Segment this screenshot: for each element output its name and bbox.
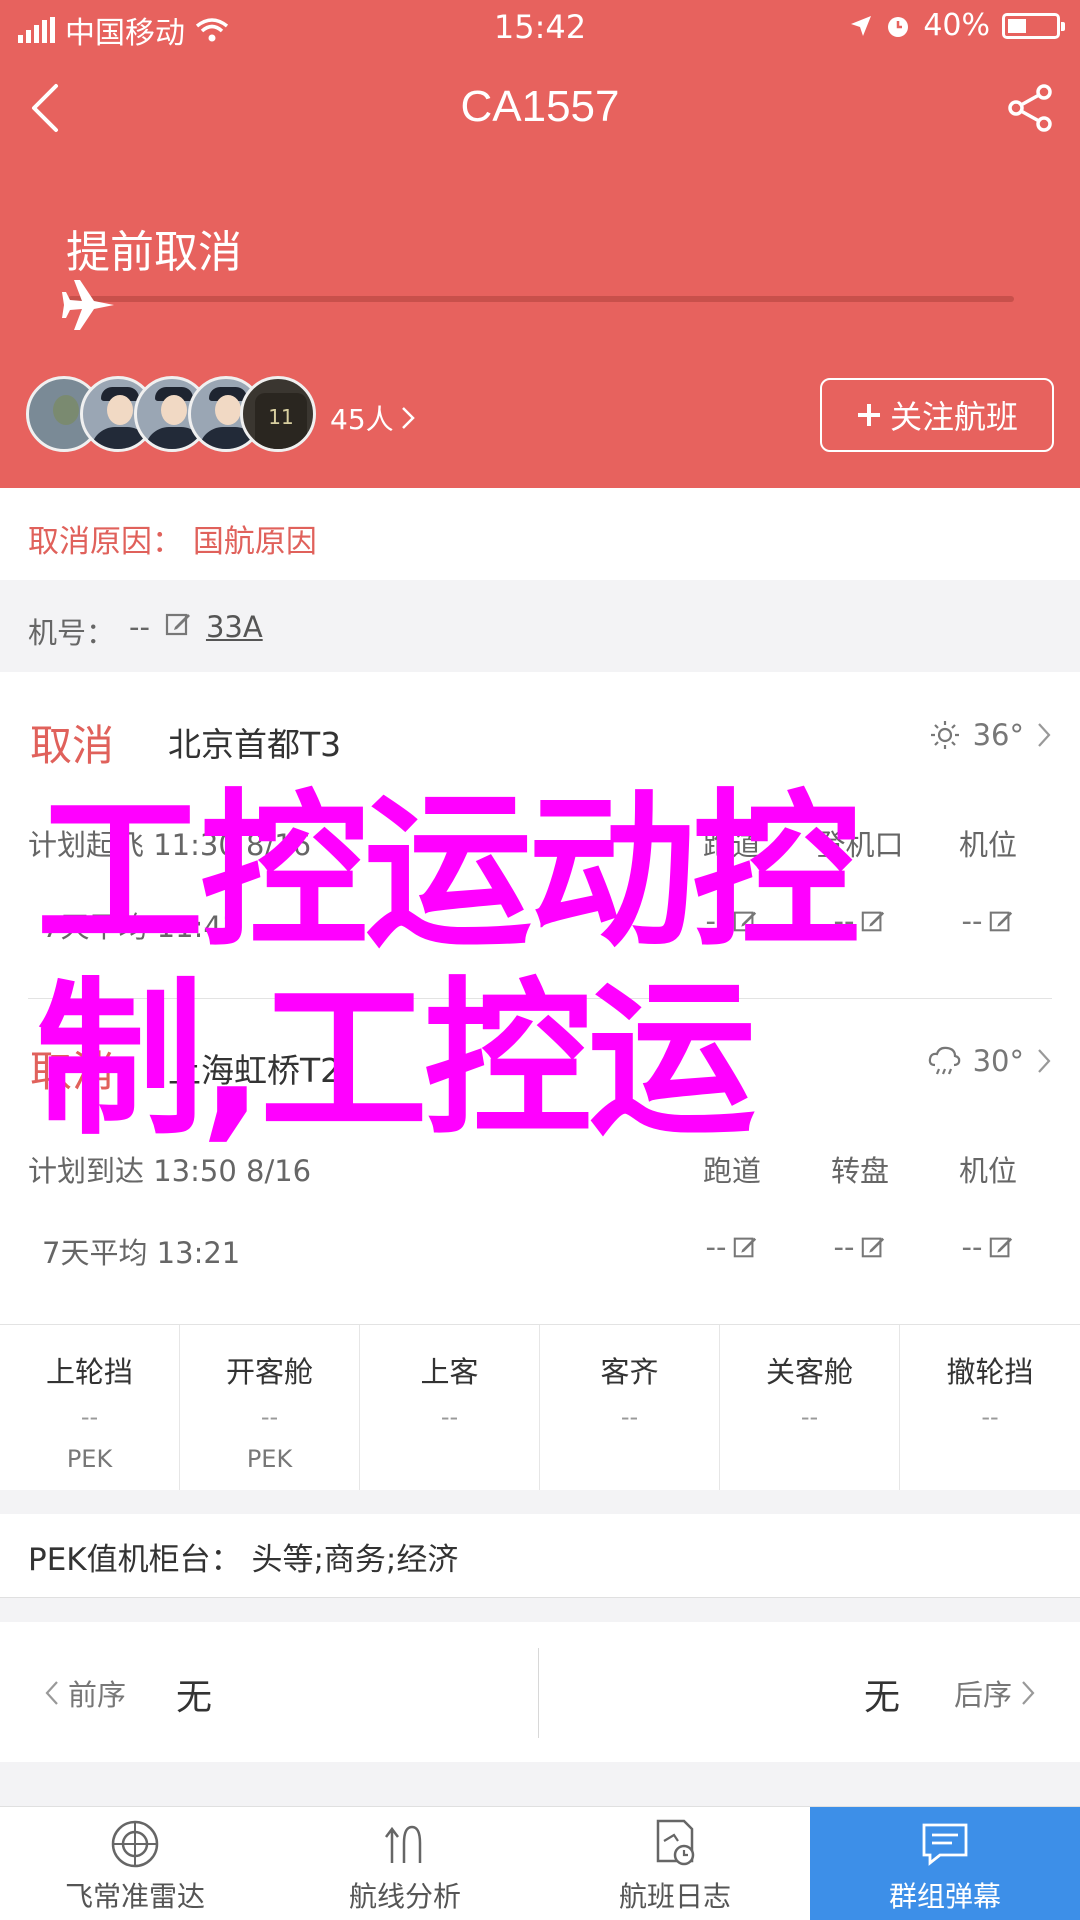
timeline-label: 上轮挡 [45,1355,133,1389]
aircraft-label: 机号： [28,616,116,650]
alarm-icon [888,16,909,37]
ground-timeline: 上轮挡 -- PEK 开客舱 -- PEK 上客 -- 客齐 -- 关客舱 --… [0,1324,1080,1490]
aircraft-row: 机号： -- 33A [0,580,1080,672]
val-stand[interactable]: -- [924,1230,1052,1264]
timeline-value: -- [620,1403,639,1431]
next-flight-value: 无 [864,1677,901,1718]
tab-group-chat[interactable]: 群组弹幕 [810,1807,1080,1920]
follower-count[interactable]: 45人 [330,398,416,438]
tab-label: 航班日志 [618,1880,731,1913]
timeline-location: PEK [246,1445,293,1473]
edit-icon[interactable] [164,610,192,638]
timeline-value: -- [800,1403,819,1431]
tab-label: 航线分析 [348,1880,461,1913]
flight-progress-bar [68,296,1014,302]
departure-airport: 北京首都T3 [168,725,342,764]
next-flight-label: 后序 [953,1678,1012,1712]
arrival-avg: 7天平均 13:21 [42,1236,241,1270]
tab-radar[interactable]: 飞常准雷达 [0,1807,270,1920]
timeline-value: -- [981,1403,999,1431]
status-right: 40% [849,8,1065,43]
arrival-vals: -- -- -- [668,1230,1052,1264]
watermark-line-2: 制,工控运 [36,962,756,1158]
departure-state: 取消 [30,721,115,770]
aircraft-value: -- [129,610,150,644]
col-stand: 机位 [958,1154,1017,1188]
flight-header: 中国移动 15:42 40% CA1557 提前取消 11 45人 关注航班 [0,0,1080,488]
follow-flight-button[interactable]: 关注航班 [820,378,1054,452]
timeline-value: -- [260,1403,279,1431]
flight-number-title: CA1557 [460,82,620,131]
tab-label: 群组弹幕 [888,1880,1001,1913]
departure-temperature: 36° [972,718,1024,752]
timeline-value: -- [440,1403,459,1431]
avatar: 11 [240,376,316,452]
timeline-item: 撤轮挡 -- [900,1325,1080,1490]
location-icon [851,15,872,36]
timeline-location: PEK [66,1445,113,1473]
timeline-item: 上客 -- [360,1325,540,1490]
timeline-item: 关客舱 -- [720,1325,900,1490]
aircraft-registration-link[interactable]: 33A [206,610,263,644]
tab-route-analysis[interactable]: 航线分析 [270,1807,540,1920]
departure-weather: 36° [929,718,1052,752]
checkin-counter-info: PEK值机柜台： 头等;商务;经济 [0,1514,1080,1598]
follower-avatars[interactable]: 11 [26,376,316,452]
status-bar: 中国移动 15:42 40% [0,0,1080,54]
plus-icon [857,404,880,426]
timeline-label: 关客舱 [765,1355,853,1389]
chevron-right-icon [1022,1681,1035,1705]
timeline-item: 开客舱 -- PEK [180,1325,360,1490]
val-runway[interactable]: -- [668,1230,796,1264]
edit-icon [862,1237,885,1258]
timeline-label: 开客舱 [225,1355,313,1389]
sun-icon [930,721,959,749]
chevron-right-icon [401,407,415,429]
route-icon [385,1825,422,1863]
follow-flight-label: 关注航班 [889,399,1018,435]
previous-flight-value: 无 [176,1677,213,1718]
divider [538,1648,539,1738]
chevron-right-icon [1038,723,1051,747]
tab-flight-log[interactable]: 航班日志 [540,1807,810,1920]
col-carousel: 转盘 [830,1154,889,1188]
timeline-label: 上客 [420,1355,479,1389]
flight-status-text: 提前取消 [66,227,242,278]
previous-flight-label: 前序 [68,1678,127,1712]
edit-icon [734,1237,757,1258]
previous-flight-link[interactable]: 前序 [44,1672,126,1714]
chat-icon [922,1823,968,1866]
timeline-item: 客齐 -- [540,1325,720,1490]
timeline-label: 客齐 [600,1355,659,1389]
cancel-reason: 取消原因： 国航原因 [0,488,1080,580]
battery-percent: 40% [923,8,990,43]
airplane-icon [62,280,114,330]
radar-icon [111,1820,159,1868]
watermark-line-1: 工控运动控 [36,774,860,970]
log-icon [656,1819,695,1866]
timeline-item: 上轮挡 -- PEK [0,1325,180,1490]
share-icon[interactable] [1002,80,1058,136]
timeline-label: 撤轮挡 [946,1355,1034,1389]
watermark-overlay: 工控运动控 制,工控运 [36,778,1056,1154]
nav-bar: CA1557 [0,60,1080,160]
flight-sequence: 前序 无 无 后序 [0,1622,1080,1762]
edit-icon [990,1237,1013,1258]
follower-count-text: 45人 [330,403,394,436]
battery-icon [1002,12,1065,39]
tab-label: 飞常准雷达 [64,1880,205,1913]
next-flight-link[interactable]: 后序 [954,1672,1036,1714]
chevron-left-icon [45,1681,58,1705]
val-carousel[interactable]: -- [796,1230,924,1264]
timeline-value: -- [80,1403,99,1431]
bottom-tab-bar: 飞常准雷达 航线分析 航班日志 群组弹幕 [0,1806,1080,1920]
